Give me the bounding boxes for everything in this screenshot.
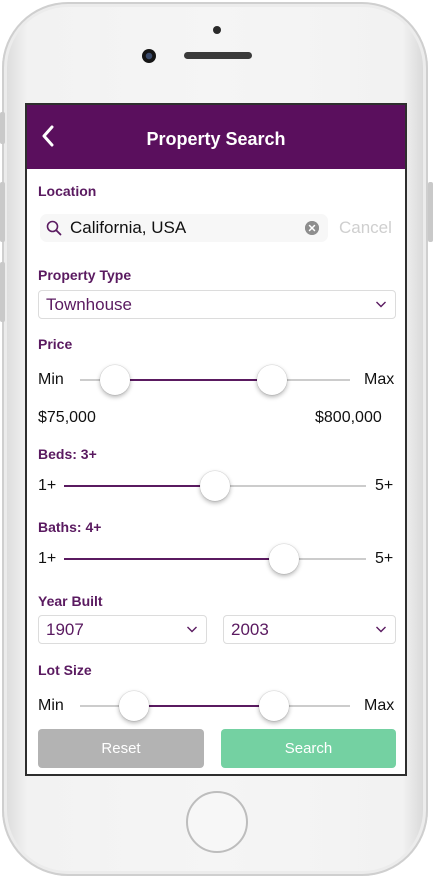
year-built-from-select[interactable]: 1907 [38,615,207,644]
earpiece-speaker [184,52,252,59]
baths-min-label: 1+ [38,550,57,567]
volume-up-button [0,182,5,242]
baths-slider-thumb[interactable] [269,544,300,574]
chevron-down-icon [187,626,197,633]
chevron-down-icon [376,626,386,633]
beds-label: Beds: 3+ [38,446,97,462]
power-button [428,182,433,242]
lot-size-min-thumb[interactable] [119,691,149,721]
lot-size-max-label: Max [364,697,395,714]
property-type-select[interactable]: Townhouse [38,290,396,319]
beds-max-label: 5+ [375,477,394,494]
chevron-down-icon [376,301,386,308]
year-built-to-value: 2003 [231,620,269,639]
volume-down-button [0,262,5,322]
year-built-from-value: 1907 [46,620,84,639]
beds-slider-thumb[interactable] [200,471,230,501]
price-max-thumb[interactable] [256,365,287,395]
lot-size-max-thumb[interactable] [259,691,290,721]
app-screen: Property Search Location California, USA… [25,103,407,776]
clear-icon[interactable] [305,221,319,235]
reset-button[interactable]: Reset [38,729,204,768]
page-title: Property Search [146,129,286,149]
home-button[interactable] [186,791,248,853]
property-type-value: Townhouse [46,295,133,314]
baths-max-label: 5+ [375,550,394,567]
beds-slider-fill [64,485,215,487]
year-built-label: Year Built [38,593,103,609]
price-max-label: Max [364,371,395,388]
price-slider-fill [115,379,272,381]
front-camera [142,49,156,63]
cancel-button[interactable]: Cancel [339,218,392,238]
search-icon [46,220,62,236]
location-search-value: California, USA [70,218,187,237]
price-min-label: Min [38,371,64,388]
price-label: Price [38,336,73,352]
nav-bar: Property Search [27,105,405,169]
baths-slider-fill [64,558,285,560]
mute-switch [0,112,5,144]
proximity-sensor [213,26,221,34]
location-label: Location [38,183,97,199]
price-max-value: $800,000 [315,409,382,426]
price-min-thumb[interactable] [100,365,131,395]
lot-size-slider-fill [134,705,275,707]
price-min-value: $75,000 [38,409,96,426]
beds-min-label: 1+ [38,477,57,494]
location-search-input[interactable]: California, USA [40,214,328,242]
property-type-label: Property Type [38,267,132,283]
year-built-to-select[interactable]: 2003 [223,615,396,644]
baths-label: Baths: 4+ [38,519,102,535]
search-button[interactable]: Search [221,729,396,768]
lot-size-min-label: Min [38,697,64,714]
lot-size-label: Lot Size [38,662,92,678]
